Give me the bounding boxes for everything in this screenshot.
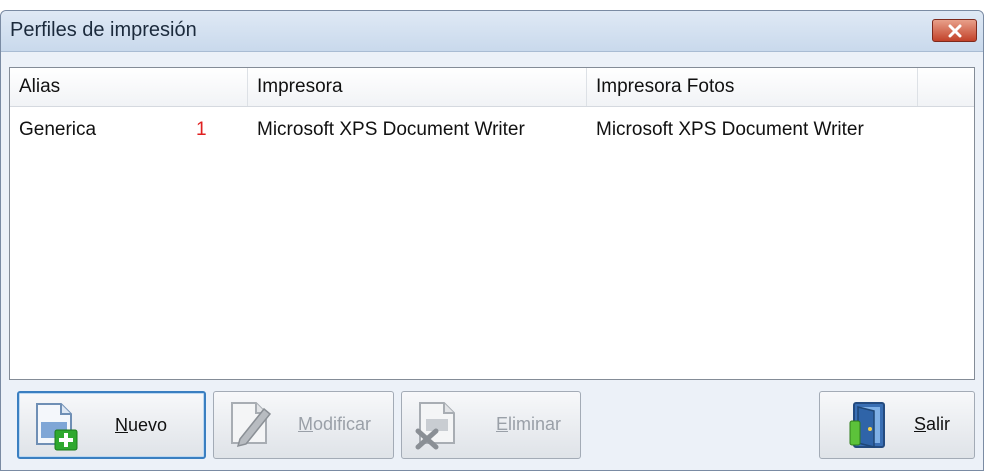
window-title: Perfiles de impresión (10, 19, 197, 41)
column-header-impresora-fotos[interactable]: Impresora Fotos (587, 68, 918, 106)
row-number: 1 (196, 119, 207, 140)
eliminar-label: Eliminar (496, 414, 562, 434)
salir-button[interactable]: Salir (819, 391, 975, 459)
list-header: Alias Impresora Impresora Fotos (10, 68, 974, 107)
profiles-list[interactable]: Alias Impresora Impresora Fotos Generica… (9, 67, 975, 380)
cell-impresora: Microsoft XPS Document Writer (257, 119, 525, 140)
close-icon (948, 24, 961, 37)
modificar-button[interactable]: Modificar (213, 391, 394, 459)
dialog-window: Perfiles de impresión Alias Impresora Im… (0, 10, 984, 471)
nuevo-label: Nuevo (115, 415, 168, 435)
eliminar-button[interactable]: Eliminar (401, 391, 581, 459)
column-header-filler (918, 68, 974, 106)
exit-door-icon (849, 402, 885, 448)
nuevo-button[interactable]: Nuevo (17, 391, 206, 459)
list-item[interactable]: Generica 1 Microsoft XPS Document Writer… (10, 114, 974, 146)
column-header-alias[interactable]: Alias (10, 68, 248, 106)
salir-label: Salir (914, 414, 951, 434)
column-header-impresora[interactable]: Impresora (248, 68, 587, 106)
delete-document-icon (415, 402, 455, 450)
close-button[interactable] (932, 19, 977, 42)
modificar-label: Modificar (298, 414, 372, 434)
new-document-icon (36, 403, 78, 451)
cell-alias: Generica (19, 119, 97, 140)
edit-document-icon (231, 402, 272, 448)
cell-impresora-fotos: Microsoft XPS Document Writer (596, 119, 864, 140)
title-bar[interactable]: Perfiles de impresión (1, 11, 983, 52)
